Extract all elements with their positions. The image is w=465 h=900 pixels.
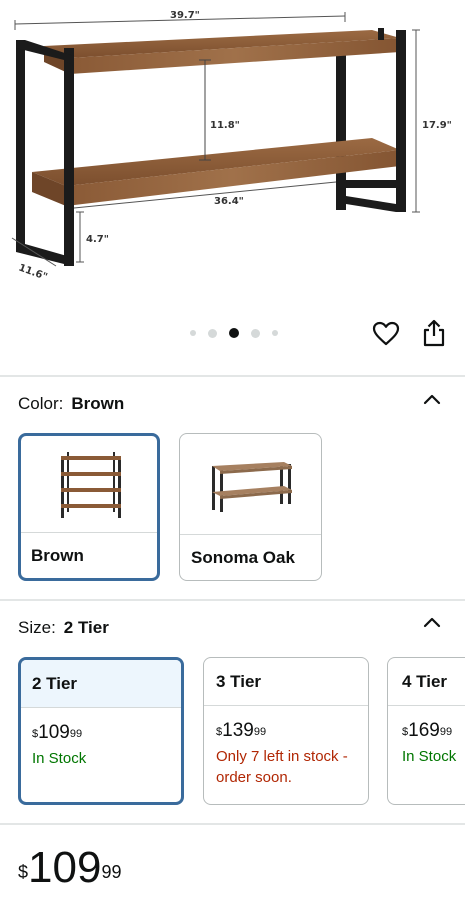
price-currency: $ [18,862,29,882]
size-selected-value: 2 Tier [63,618,109,637]
dim-depth: 11.6" [17,262,49,283]
chevron-up-icon[interactable] [422,392,442,406]
size-option-name: 2 Tier [21,660,181,708]
color-label: Color: [18,394,64,413]
availability-text: In Stock [32,750,87,767]
carousel-dot[interactable] [190,330,196,336]
color-option-label: Sonoma Oak [180,534,321,580]
carousel-dot[interactable] [208,328,217,338]
dim-inner-width: 36.4" [214,196,244,207]
section-divider [0,599,465,601]
size-option-price: $10999 [32,722,83,743]
share-icon[interactable] [422,319,446,347]
color-option-sonoma-oak[interactable]: Sonoma Oak [179,433,322,581]
image-carousel-indicator[interactable] [190,327,278,339]
heart-icon[interactable] [372,321,400,347]
price-fraction: 99 [101,862,122,882]
size-selector-label: Size: 2 Tier [18,618,109,638]
carousel-dot-active[interactable] [229,328,239,338]
size-option-3-tier[interactable]: 3 Tier $13999 Only 7 left in stock - ord… [203,657,369,805]
size-option-price: $16999 [402,720,453,741]
dim-leg: 4.7" [86,234,109,245]
size-option-price: $13999 [216,720,267,741]
size-option-4-tier[interactable]: 4 Tier $16999 In Stock [387,657,465,805]
dim-height: 11.8" [210,120,240,131]
color-option-brown[interactable]: Brown [18,433,160,581]
size-option-name: 4 Tier [388,658,465,706]
swatch-image-sonoma-oak [180,434,321,534]
size-option-2-tier[interactable]: 2 Tier $10999 In Stock [18,657,184,805]
dim-width: 39.7" [170,10,200,21]
section-divider [0,823,465,825]
availability-text: Only 7 left in stock - order soon. [216,748,348,786]
chevron-up-icon[interactable] [422,615,442,629]
color-selector-label: Color: Brown [18,394,124,414]
size-option-name: 3 Tier [204,658,368,706]
color-option-label: Brown [21,532,157,578]
product-image[interactable]: 39.7" 11.8" 36.4" 17.9" 4.7" 11.6" [0,0,465,300]
price-whole: 109 [28,843,102,892]
color-selected-value: Brown [71,394,125,413]
availability-text: In Stock [402,748,457,765]
section-divider [0,375,465,377]
swatch-image-brown [21,436,157,536]
product-price: $10999 [18,846,121,890]
carousel-dot[interactable] [251,328,260,338]
dim-total-height: 17.9" [422,120,452,131]
carousel-dot[interactable] [272,330,278,336]
size-label: Size: [18,618,56,637]
